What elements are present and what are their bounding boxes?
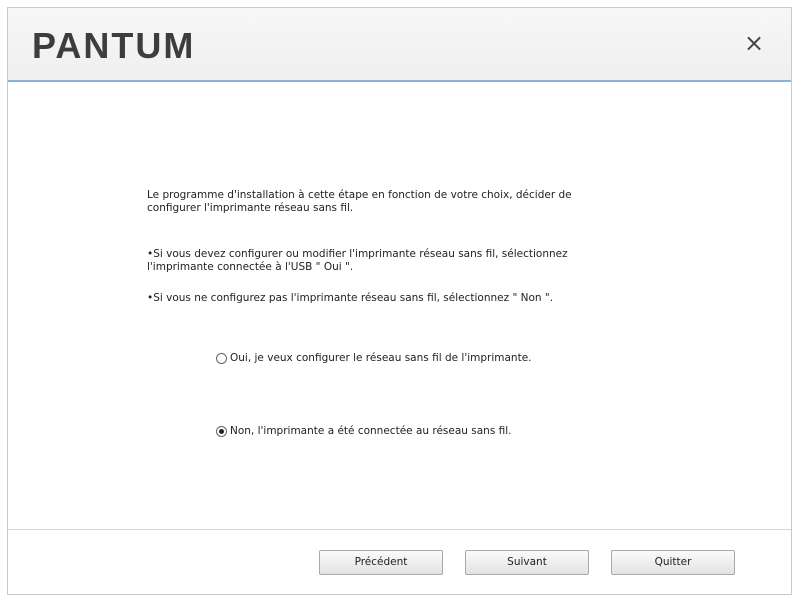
instruction-no: •Si vous ne configurez pas l'imprimante … [147, 292, 554, 304]
previous-button[interactable]: Précédent [319, 550, 443, 575]
intro-line-1: Le programme d'installation à cette étap… [147, 189, 572, 201]
content-area: Le programme d'installation à cette étap… [8, 82, 791, 532]
radio-option-yes[interactable]: Oui, je veux configurer le réseau sans f… [216, 352, 532, 364]
instruction-yes-line-2: l'imprimante connectée à l'USB " Oui ". [147, 261, 354, 273]
installer-window: PANTUM × Le programme d'installation à c… [7, 7, 792, 595]
radio-label-no[interactable]: Non, l'imprimante a été connectée au rés… [230, 425, 512, 437]
radio-label-yes[interactable]: Oui, je veux configurer le réseau sans f… [230, 352, 532, 364]
header-bar: PANTUM × [8, 8, 791, 82]
radio-button-no[interactable] [216, 425, 227, 437]
instruction-yes-line-1: •Si vous devez configurer ou modifier l'… [147, 248, 568, 260]
radio-button-yes[interactable] [216, 352, 227, 364]
next-button[interactable]: Suivant [465, 550, 589, 575]
pantum-logo: PANTUM [32, 25, 196, 66]
close-icon[interactable]: × [741, 30, 767, 56]
intro-text: Le programme d'installation à cette étap… [147, 189, 607, 215]
quit-button[interactable]: Quitter [611, 550, 735, 575]
radio-option-no[interactable]: Non, l'imprimante a été connectée au rés… [216, 425, 512, 437]
intro-line-2: configurer l'imprimante réseau sans fil. [147, 202, 354, 214]
footer-bar: Précédent Suivant Quitter [8, 529, 791, 594]
instruction-yes: •Si vous devez configurer ou modifier l'… [147, 248, 607, 274]
